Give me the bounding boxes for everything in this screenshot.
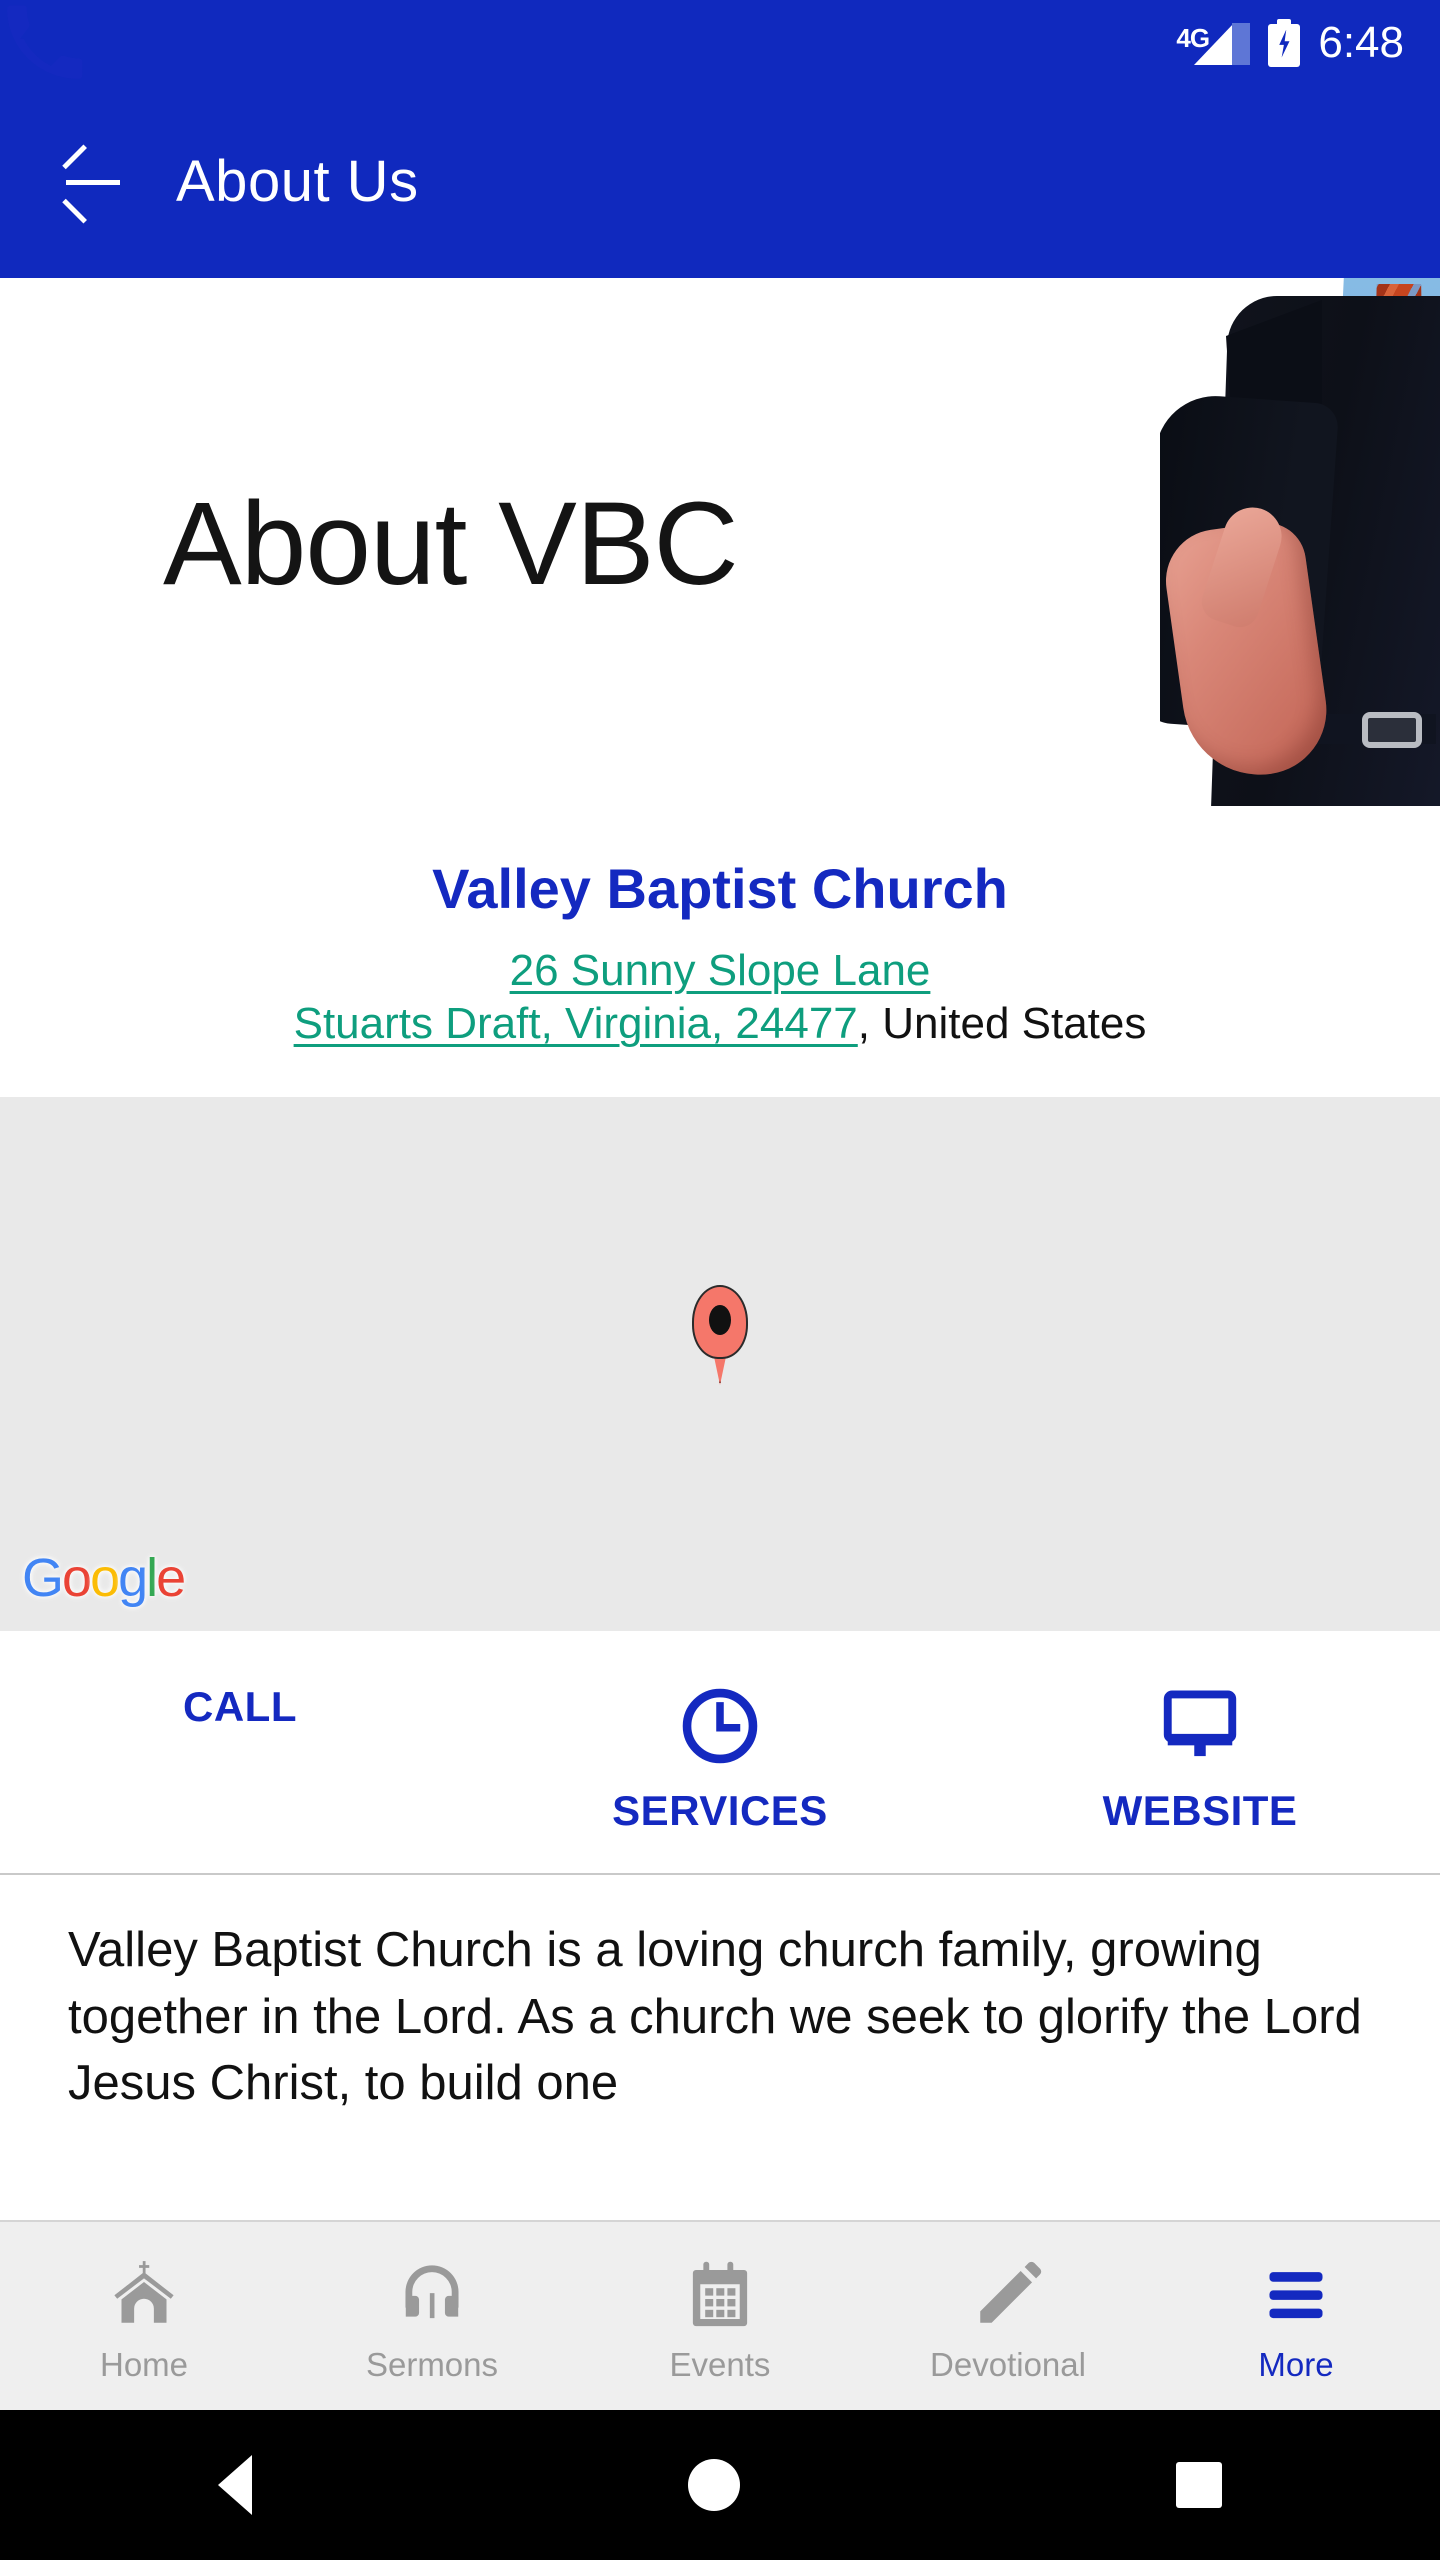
recents-square-icon[interactable] — [1176, 2462, 1222, 2508]
address-line-1-link[interactable]: 26 Sunny Slope Lane — [510, 946, 931, 995]
hero-heading: About VBC — [163, 478, 739, 610]
app-bar: About Us — [0, 85, 1440, 278]
nav-item-more[interactable]: More — [1152, 2222, 1440, 2410]
church-info-block: Valley Baptist Church 26 Sunny Slope Lan… — [0, 806, 1440, 1097]
services-button-label: SERVICES — [612, 1786, 828, 1834]
church-icon — [107, 2258, 181, 2332]
nav-item-events[interactable]: Events — [576, 2222, 864, 2410]
action-button-row: CALL SERVICES WEBSITE — [0, 5, 1440, 1875]
nav-label-home: Home — [99, 2346, 189, 2383]
google-logo-letter: o — [90, 1547, 120, 1608]
about-description-text: Valley Baptist Church is a loving church… — [68, 1922, 1362, 2111]
google-logo-letter: g — [118, 1547, 148, 1608]
nav-item-home[interactable]: Home — [0, 2222, 288, 2410]
hero-banner: About VBC — [0, 278, 1440, 806]
monitor-icon — [1157, 1683, 1243, 1769]
bottom-navigation-bar: Home Sermons Events Devotional More — [0, 2220, 1440, 2410]
home-circle-icon[interactable] — [688, 2459, 740, 2511]
google-logo-letter: o — [62, 1547, 92, 1608]
system-navigation-bar — [0, 2410, 1440, 2560]
battery-charging-icon — [1268, 18, 1301, 67]
hamburger-menu-icon — [1259, 2258, 1333, 2332]
nav-label-devotional: Devotional — [930, 2346, 1086, 2383]
clock-icon — [677, 1683, 763, 1769]
address-line-1-row: 26 Sunny Slope Lane — [0, 944, 1440, 998]
back-triangle-icon[interactable] — [218, 2455, 252, 2515]
google-logo-letter: G — [22, 1547, 64, 1608]
address-line-2-link[interactable]: Stuarts Draft, Virginia, 24477 — [294, 999, 858, 1048]
nav-label-sermons: Sermons — [365, 2346, 499, 2383]
country-label: , United States — [857, 999, 1147, 1049]
website-button-label: WEBSITE — [1102, 1786, 1298, 1834]
pencil-icon — [971, 2258, 1045, 2332]
nav-item-devotional[interactable]: Devotional — [864, 2222, 1152, 2410]
nav-label-events: Events — [669, 2346, 771, 2383]
page-title: About Us — [176, 149, 419, 214]
signal-strength-indicator: 4G — [1176, 21, 1251, 65]
phone-icon — [0, 0, 86, 86]
location-map[interactable]: Google — [0, 1096, 1440, 1631]
signal-bars-icon — [1194, 21, 1251, 65]
call-button-label: CALL — [183, 1682, 297, 1730]
address-line-2-row: Stuarts Draft, Virginia, 24477, United S… — [0, 997, 1440, 1051]
call-button[interactable]: CALL — [0, 5, 480, 1835]
nav-item-sermons[interactable]: Sermons — [288, 2222, 576, 2410]
church-name: Valley Baptist Church — [432, 857, 1008, 920]
website-button[interactable]: WEBSITE — [960, 1683, 1440, 1835]
location-pin-icon — [692, 1284, 748, 1385]
status-bar: 4G 6:48 — [0, 0, 1440, 85]
nav-label-more: More — [1258, 2346, 1334, 2383]
app-screen: 4G 6:48 About Us About VBC Valley Baptis… — [0, 0, 1440, 2560]
calendar-icon — [683, 2258, 757, 2332]
businessman-handshake-image — [1160, 278, 1440, 806]
google-logo-letter: e — [156, 1547, 186, 1608]
clock-time: 6:48 — [1318, 17, 1404, 67]
services-button[interactable]: SERVICES — [480, 1683, 960, 1835]
google-logo: Google — [22, 1547, 186, 1609]
headphones-icon — [395, 2258, 469, 2332]
google-logo-letter: l — [146, 1547, 158, 1608]
arrow-left-icon[interactable] — [62, 144, 120, 223]
